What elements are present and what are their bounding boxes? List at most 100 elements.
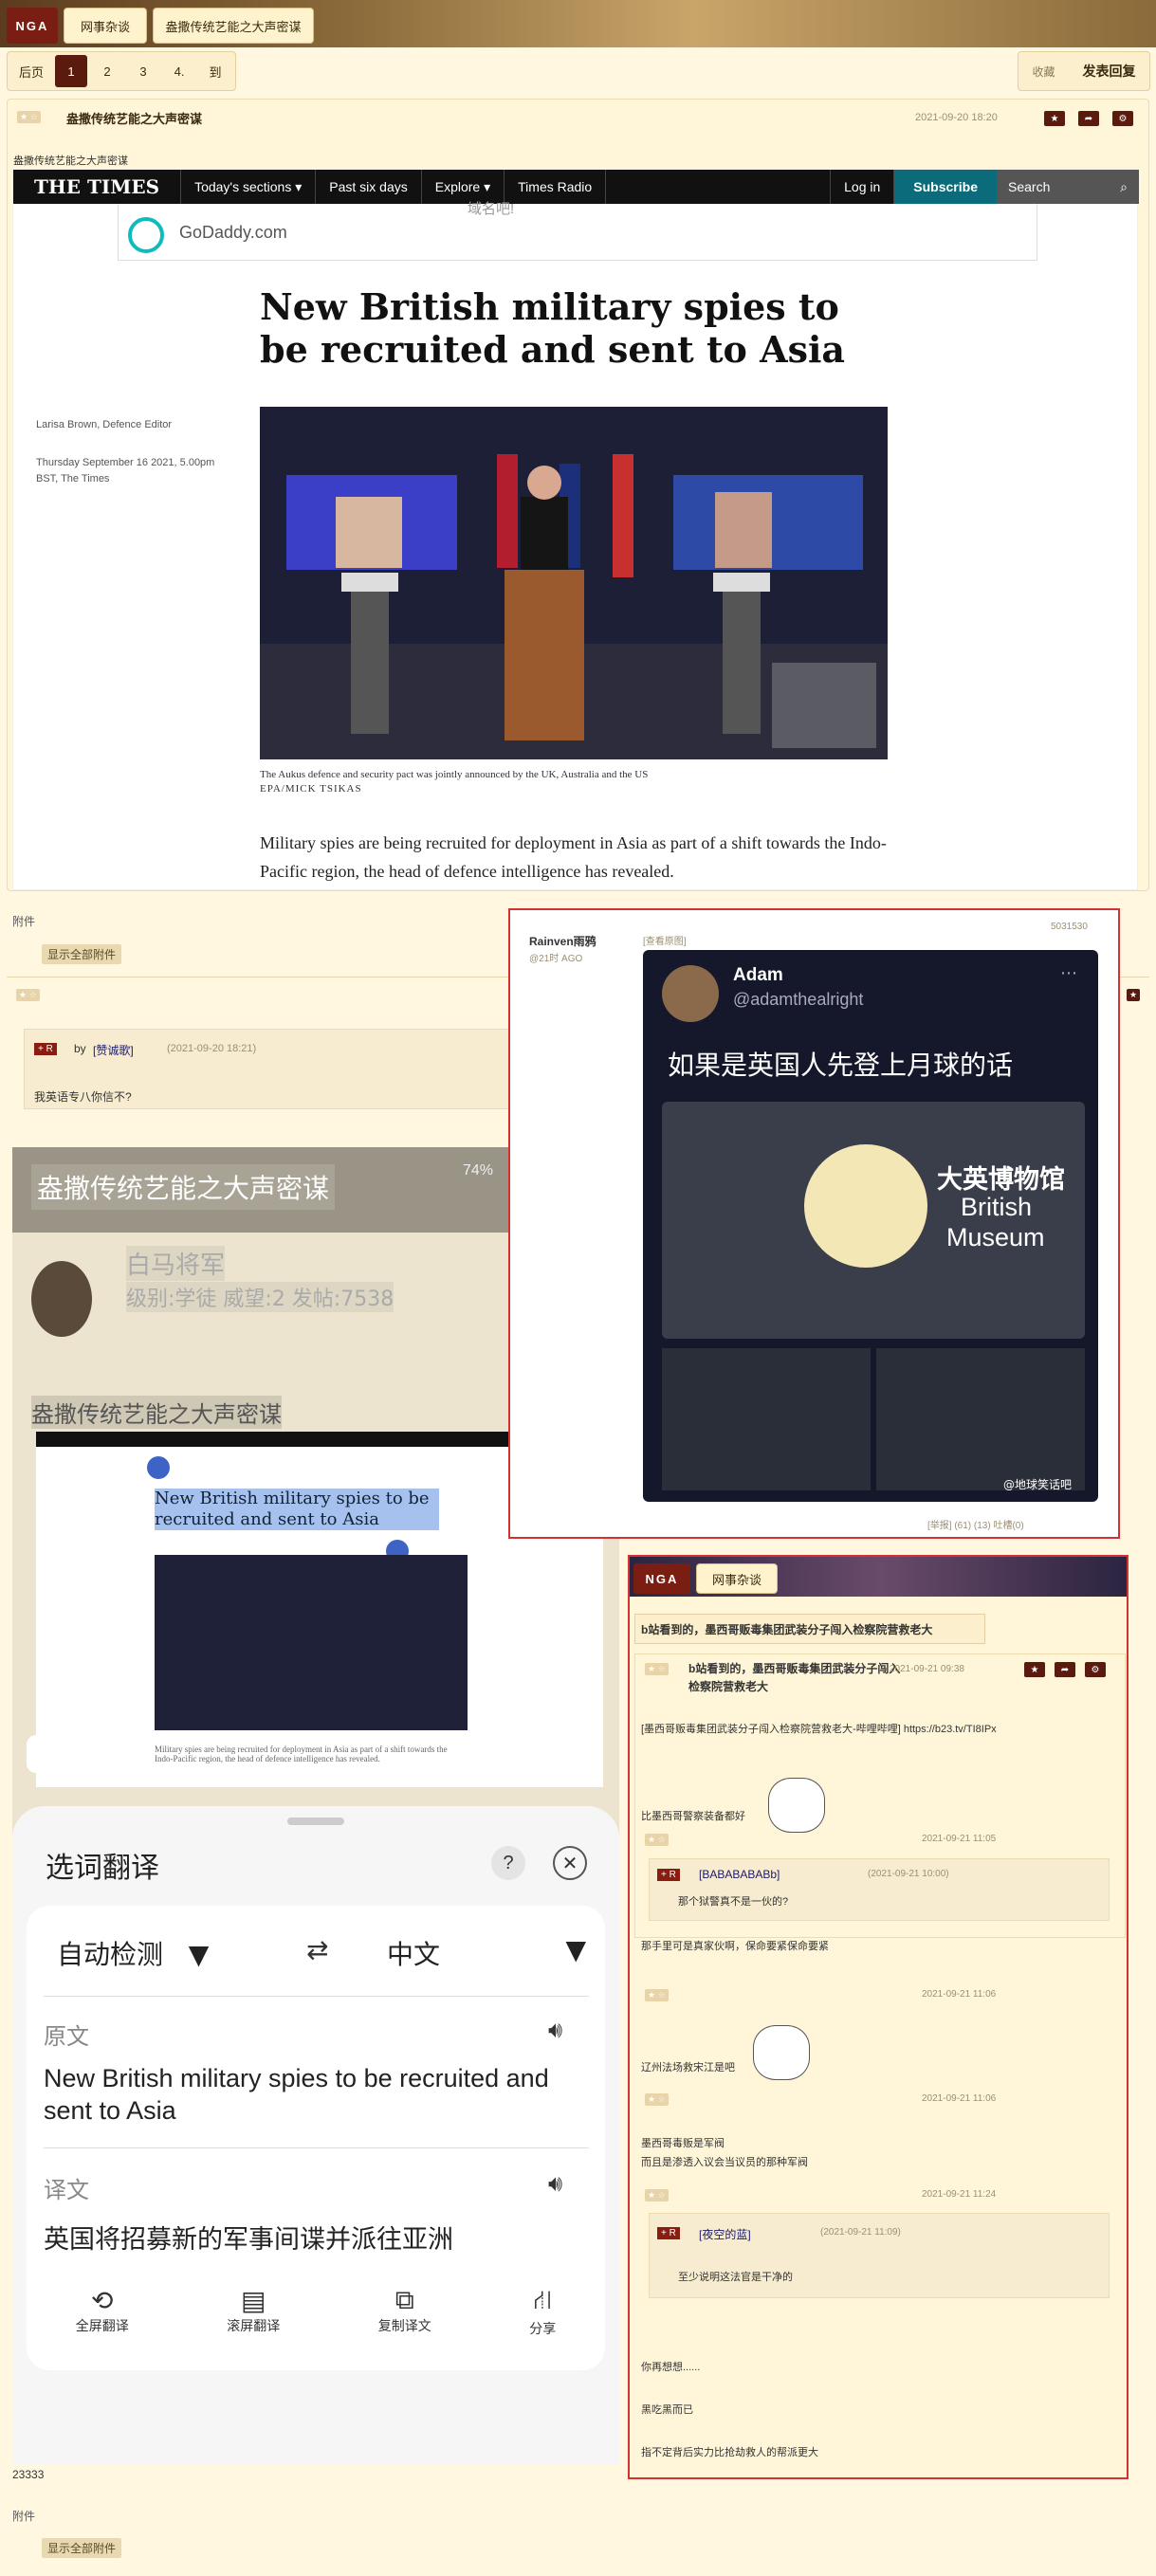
thread-breadcrumb[interactable]: b站看到的，墨西哥贩毒集团武装分子闯入检察院营救老大 — [634, 1614, 985, 1644]
share-icon: ⛙ — [533, 2285, 553, 2314]
times-article-screenshot: THE TIMES Today's sections ▾ Past six da… — [12, 169, 1139, 890]
pager-item[interactable]: 4. — [163, 55, 195, 87]
speaker-icon[interactable]: 🔊︎ — [548, 2018, 562, 2044]
times-nav-item[interactable]: Past six days — [316, 170, 422, 204]
reply-quote-time: (2021-09-21 11:09) — [820, 2227, 901, 2238]
view-original-link[interactable]: [查看原图] — [643, 933, 687, 947]
target-language-label: 中文 — [387, 1939, 441, 1970]
reply-text: 辽州法场救宋江是吧 — [641, 2062, 735, 2074]
share-button[interactable]: ⛙ 分享 — [529, 2285, 556, 2361]
reply-user[interactable]: [BABABABABb] — [699, 1868, 780, 1881]
image-watermark: @地球笑话吧 — [1003, 1478, 1073, 1491]
reply-user[interactable]: [赞诚歌] — [93, 1042, 134, 1058]
source-language-label: 自动检测 — [57, 1939, 164, 1970]
reply-text: 而且是渗透入议会当议员的那种军阀 — [641, 2157, 808, 2168]
drag-handle[interactable] — [287, 1818, 344, 1825]
fullscreen-translate-button[interactable]: ⟲ 全屏翻译 — [76, 2285, 129, 2361]
star-icon[interactable]: ★ — [1044, 111, 1065, 126]
floor-tag: ★ ☆ — [645, 2189, 669, 2201]
article-date: Thursday September 16 2021, 5.00pm BST, … — [36, 457, 215, 484]
reply-button[interactable]: 发表回复 — [1082, 62, 1135, 81]
reply-time: (2021-09-20 18:21) — [167, 1043, 257, 1054]
sticker-image — [768, 1778, 825, 1833]
selection-handle[interactable] — [147, 1456, 170, 1479]
screenshot-title: 盎撒传统艺能之大声密谋 — [31, 1164, 336, 1210]
floor-tag: ★ ☆ — [645, 1834, 669, 1846]
post-title: 盎撒传统艺能之大声密谋 — [66, 112, 203, 126]
screenshot-user: 白马将军 — [126, 1246, 226, 1281]
floor-tag: ★ ☆ — [645, 2093, 669, 2106]
show-attachments-button[interactable]: 显示全部附件 — [42, 2538, 122, 2558]
floor-action-icon[interactable]: ★ — [1127, 989, 1141, 1001]
post-id: 5031530 — [1051, 922, 1088, 932]
source-text: New British military spies to be recruit… — [44, 2064, 549, 2125]
pager-item[interactable]: 2 — [91, 55, 123, 87]
popup-header: NGA 网事杂谈 — [630, 1557, 1127, 1597]
screenshot-meta: 级别:学徒 威望:2 发帖:7538 — [126, 1282, 395, 1312]
favorite-button[interactable]: 收藏 — [1032, 64, 1055, 80]
tweet-meme-image[interactable]: Adam @adamthealright ⋯ 如果是英国人先登上月球的话 大英博… — [643, 950, 1098, 1502]
reply-quote-text: 那个狱警真不是一伙的? — [678, 1896, 789, 1908]
help-icon[interactable]: ? — [491, 1846, 525, 1880]
press-conference-image — [260, 407, 888, 759]
times-login[interactable]: Log in — [830, 170, 895, 204]
post-number-text: 23333 — [12, 2468, 45, 2481]
reply-badge: + R — [657, 1869, 680, 1881]
share-icon[interactable]: ➦ — [1078, 111, 1099, 126]
godaddy-icon — [128, 217, 164, 253]
nga-logo[interactable]: NGA — [633, 1563, 690, 1594]
star-icon[interactable]: ★ — [1024, 1662, 1045, 1677]
pager-item[interactable]: 3 — [127, 55, 159, 87]
swap-icon[interactable]: ⇄ — [306, 1934, 328, 1965]
copy-translation-button[interactable]: ⧉ 复制译文 — [378, 2285, 431, 2361]
pager-item-current[interactable]: 1 — [55, 55, 88, 87]
reply-quote-time: (2021-09-21 10:00) — [868, 1869, 949, 1879]
bilibili-link[interactable]: [墨西哥贩毒集团武装分子闯入检察院营救老大-哔哩哔哩] https://b23.… — [641, 1721, 997, 1736]
target-language[interactable]: 中文 ▼ — [387, 1934, 586, 1972]
pager: 后页 1 2 3 4. 到 — [7, 51, 237, 91]
thread-tab[interactable]: 盎撒传统艺能之大声密谋 — [153, 8, 314, 44]
share-icon[interactable]: ➦ — [1055, 1662, 1075, 1677]
floor-tag: ★ ☆ — [17, 111, 41, 123]
lens-icon[interactable] — [27, 1735, 64, 1773]
battery-level: 74% — [463, 1162, 494, 1178]
article-author: Larisa Brown, Defence Editor — [36, 419, 173, 430]
times-search[interactable]: Search ⌕ — [997, 170, 1139, 204]
show-attachments-button[interactable]: 显示全部附件 — [42, 944, 122, 964]
popup-body: 比墨西哥警察装备都好 — [641, 1811, 745, 1822]
gear-icon[interactable]: ⚙ — [1112, 111, 1133, 126]
gear-icon[interactable]: ⚙ — [1085, 1662, 1106, 1677]
scroll-translate-button[interactable]: ▤ 滚屏翻译 — [227, 2285, 280, 2361]
reply-user[interactable]: [夜空的蓝] — [699, 2226, 751, 2242]
forum-tab[interactable]: 网事杂谈 — [696, 1563, 778, 1594]
nga-logo[interactable]: NGA — [7, 8, 58, 44]
popup-post-time: 2021-09-21 09:38 — [890, 1664, 964, 1674]
source-label: 原文 — [44, 2023, 89, 2050]
ad-banner[interactable]: 域名吧! GoDaddy.com — [118, 201, 1037, 261]
speaker-icon[interactable]: 🔊︎ — [548, 2171, 562, 2198]
floor-tag: ★ ☆ — [645, 1663, 669, 1675]
popup-user[interactable]: Rainven雨鸦 — [529, 933, 596, 949]
times-nav-item[interactable]: Today's sections ▾ — [181, 170, 317, 204]
reply-badge: + R — [34, 1043, 57, 1055]
more-icon: ⋯ — [1060, 963, 1077, 982]
museum-en2: Museum — [946, 1223, 1045, 1251]
times-subscribe[interactable]: Subscribe — [894, 170, 997, 204]
highlighted-headline[interactable]: New British military spies to be recruit… — [155, 1489, 439, 1530]
screenshot-title2: 盎撒传统艺能之大声密谋 — [31, 1396, 282, 1429]
museum-en1: British — [961, 1193, 1033, 1221]
reply-time: 2021-09-21 11:24 — [922, 2189, 997, 2200]
article-lede: Military spies are being recruited for d… — [260, 833, 887, 881]
pager-item[interactable]: 后页 — [11, 55, 51, 87]
image-preview-popup: Rainven雨鸦 @21时 AGO [查看原图] 5031530 Adam @… — [508, 908, 1120, 1539]
translate-panel: 选词翻译 ? ✕ 自动检测 ▼ ⇄ 中文 ▼ 原文 🔊︎ New British … — [12, 1806, 619, 2465]
avatar — [31, 1261, 92, 1337]
top-bar: NGA 网事杂谈 盎撒传统艺能之大声密谋 — [0, 0, 1156, 47]
pager-item[interactable]: 到 — [199, 55, 231, 87]
floor-tag: ★ ☆ — [16, 989, 40, 1001]
reply-text: 指不定背后实力比抢劫救人的帮派更大 — [641, 2447, 818, 2458]
forum-tab[interactable]: 网事杂谈 — [64, 8, 147, 44]
close-icon[interactable]: ✕ — [553, 1846, 587, 1880]
times-nav-item[interactable]: Times Radio — [505, 170, 607, 204]
source-language[interactable]: 自动检测 ▼ — [57, 1934, 209, 1972]
